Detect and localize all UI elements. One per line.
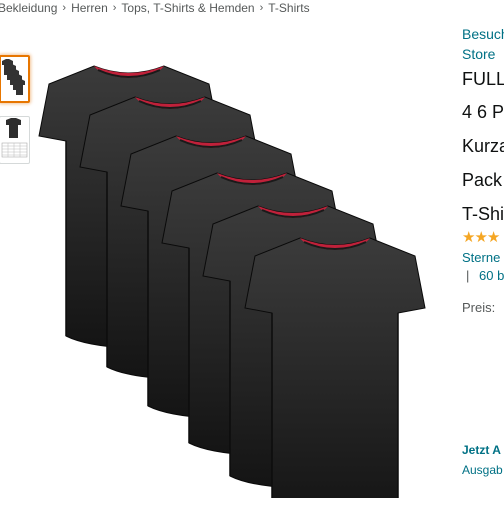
product-title-line-1: FULL [462, 69, 504, 89]
tshirt-stack-image [38, 65, 426, 518]
breadcrumb-item-tops[interactable]: Tops, T-Shirts & Hemden [121, 1, 254, 15]
product-title-line-5: T-Shi [462, 204, 504, 224]
breadcrumb-item-tshirts[interactable]: T-Shirts [268, 1, 309, 15]
store-link-line-2[interactable]: Store [462, 44, 504, 64]
product-title-line-4: Pack [462, 170, 503, 190]
price-label: Preis: [462, 300, 496, 315]
breadcrumb-item-bekleidung[interactable]: Bekleidung [0, 1, 57, 15]
rating-stars-icon[interactable]: ★★★ [462, 228, 504, 246]
size-chart-thumbnail-icon [1, 118, 28, 158]
thumbnail-six-pack[interactable] [0, 55, 30, 103]
rating-label[interactable]: Sterne [462, 250, 504, 265]
rating-separator: | [466, 268, 470, 283]
size-guide-link[interactable]: Ausgab [462, 463, 504, 477]
breadcrumb-separator: › [62, 2, 67, 14]
breadcrumb-separator: › [112, 2, 117, 14]
rating-count-row: | 60 b [462, 268, 504, 283]
breadcrumb: Bekleidung › Herren › Tops, T-Shirts & H… [0, 0, 310, 17]
product-title-line-2: 4 6 P [462, 102, 504, 122]
store-link[interactable]: Besuch Store [462, 24, 504, 64]
breadcrumb-item-herren[interactable]: Herren [71, 1, 108, 15]
tshirt-layer-6 [244, 237, 426, 518]
product-title-line-3: Kurza [462, 136, 504, 156]
breadcrumb-separator: › [259, 2, 264, 14]
price-detail-area [462, 315, 504, 445]
main-product-image[interactable] [34, 58, 436, 518]
delivery-link[interactable]: Jetzt A [462, 443, 504, 457]
product-title: FULL 4 6 P Kurza Pack T-Shi [462, 68, 504, 226]
store-link-line-1[interactable]: Besuch [462, 24, 504, 44]
thumbnail-size-chart[interactable] [0, 116, 30, 164]
rating-count-link[interactable]: 60 b [479, 268, 504, 283]
tshirt-stack-thumbnail-icon [2, 59, 25, 95]
product-info-column: Besuch Store FULL 4 6 P Kurza Pack T-Shi… [462, 24, 504, 477]
